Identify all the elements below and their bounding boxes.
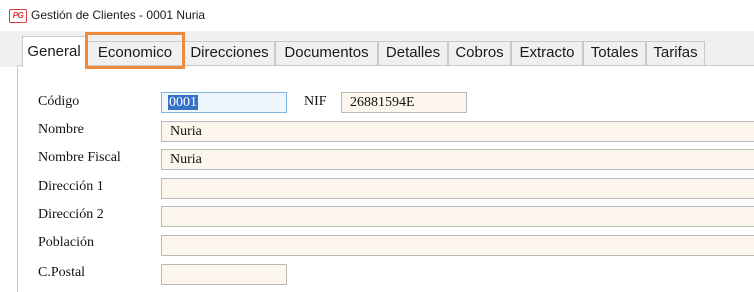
- tab-tarifas[interactable]: Tarifas: [646, 41, 705, 65]
- nombre-fiscal-field[interactable]: Nuria: [161, 149, 754, 170]
- tab-economico[interactable]: Economico: [86, 41, 184, 65]
- nombre-fiscal-label: Nombre Fiscal: [38, 150, 121, 165]
- tab-cobros[interactable]: Cobros: [448, 41, 511, 65]
- app-logo-icon: PG: [9, 9, 27, 23]
- tab-general[interactable]: General: [22, 36, 86, 67]
- direccion2-label: Dirección 2: [38, 207, 104, 222]
- nombre-field[interactable]: Nuria: [161, 121, 754, 142]
- cpostal-field[interactable]: [161, 264, 287, 285]
- nif-field[interactable]: 26881594E: [341, 92, 467, 113]
- tab-totales[interactable]: Totales: [583, 41, 646, 65]
- nif-label: NIF: [304, 94, 327, 109]
- direccion1-label: Dirección 1: [38, 179, 104, 194]
- tab-extracto[interactable]: Extracto: [511, 41, 583, 65]
- codigo-value: 0001: [168, 95, 198, 110]
- poblacion-field[interactable]: [161, 235, 754, 256]
- codigo-field[interactable]: 0001: [161, 92, 287, 113]
- poblacion-label: Población: [38, 235, 94, 250]
- tab-documentos[interactable]: Documentos: [275, 41, 378, 65]
- direccion1-field[interactable]: [161, 178, 754, 199]
- direccion2-field[interactable]: [161, 206, 754, 227]
- codigo-label: Código: [38, 94, 80, 109]
- window-title: Gestión de Clientes - 0001 Nuria: [31, 8, 206, 22]
- tab-direcciones[interactable]: Direcciones: [184, 41, 275, 65]
- tab-detalles[interactable]: Detalles: [378, 41, 448, 65]
- tab-strip-divider: [17, 65, 754, 66]
- title-bar: PG Gestión de Clientes - 0001 Nuria: [0, 0, 754, 32]
- nombre-label: Nombre: [38, 122, 84, 137]
- cpostal-label: C.Postal: [38, 265, 86, 280]
